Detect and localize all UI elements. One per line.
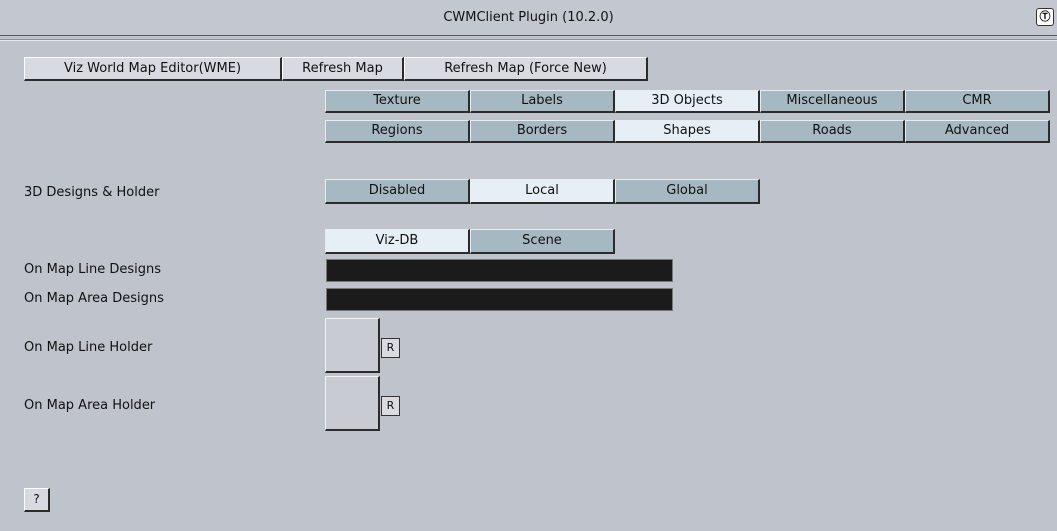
plugin-icon[interactable]: Ⓣ	[1036, 8, 1054, 26]
help-button[interactable]: ?	[24, 488, 50, 512]
line-holder-drop-area[interactable]	[325, 318, 380, 373]
tab-roads[interactable]: Roads	[760, 120, 905, 143]
option-local[interactable]: Local	[470, 179, 615, 204]
option-viz-db[interactable]: Viz-DB	[325, 229, 470, 254]
title-bar: CWMClient Plugin (10.2.0) Ⓣ	[0, 0, 1057, 36]
line-holder-reset-button[interactable]: R	[381, 338, 400, 358]
line-holder-label: On Map Line Holder	[24, 340, 153, 355]
line-designs-field[interactable]	[326, 259, 673, 282]
option-scene[interactable]: Scene	[470, 229, 615, 254]
window-title: CWMClient Plugin (10.2.0)	[443, 10, 614, 25]
designs-holder-label: 3D Designs & Holder	[24, 185, 160, 200]
area-designs-field[interactable]	[326, 288, 673, 311]
option-global[interactable]: Global	[615, 179, 760, 204]
divider	[0, 39, 1057, 41]
tab-3d-objects[interactable]: 3D Objects	[615, 90, 760, 113]
option-disabled[interactable]: Disabled	[325, 179, 470, 204]
tab-texture[interactable]: Texture	[325, 90, 470, 113]
wme-button[interactable]: Viz World Map Editor(WME)	[24, 57, 282, 81]
area-holder-label: On Map Area Holder	[24, 398, 156, 413]
refresh-map-button[interactable]: Refresh Map	[282, 57, 404, 81]
tab-cmr[interactable]: CMR	[905, 90, 1050, 113]
tab-advanced[interactable]: Advanced	[905, 120, 1050, 143]
tab-borders[interactable]: Borders	[470, 120, 615, 143]
tab-regions[interactable]: Regions	[325, 120, 470, 143]
line-designs-label: On Map Line Designs	[24, 262, 162, 277]
tab-miscellaneous[interactable]: Miscellaneous	[760, 90, 905, 113]
refresh-map-force-button[interactable]: Refresh Map (Force New)	[404, 57, 648, 81]
area-holder-reset-button[interactable]: R	[381, 396, 400, 416]
tab-labels[interactable]: Labels	[470, 90, 615, 113]
area-holder-drop-area[interactable]	[325, 376, 380, 431]
area-designs-label: On Map Area Designs	[24, 291, 164, 306]
tab-shapes[interactable]: Shapes	[615, 120, 760, 143]
